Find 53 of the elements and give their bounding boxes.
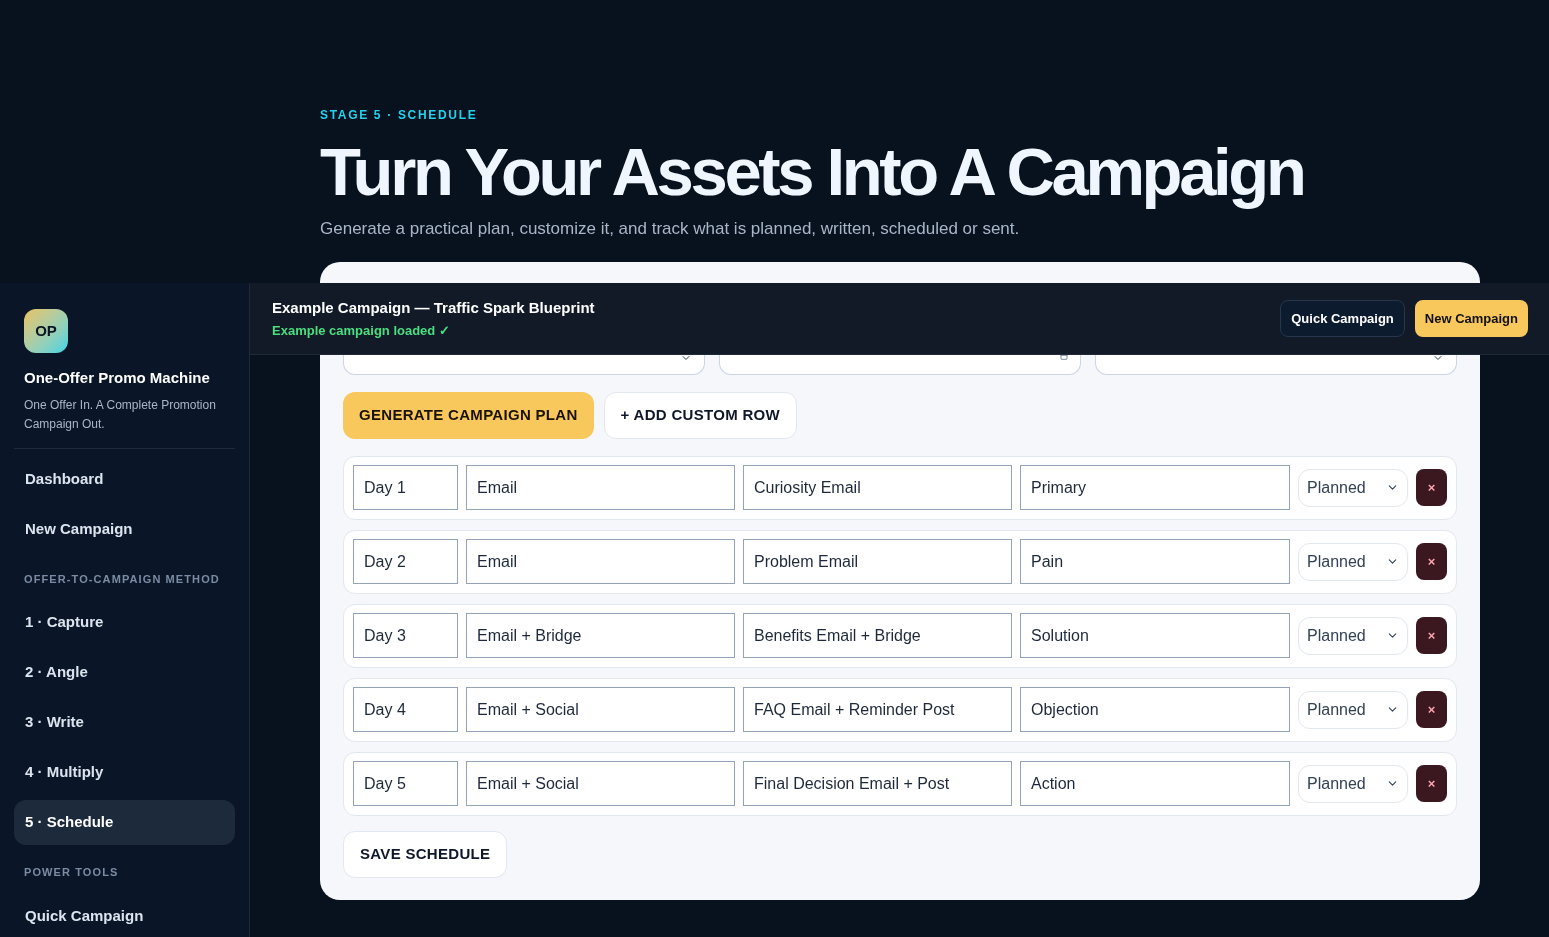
day-field[interactable]: Day 3 (353, 613, 458, 658)
title-field[interactable]: Curiosity Email (743, 465, 1012, 510)
remove-button[interactable]: × (1416, 469, 1447, 506)
angle-field[interactable]: Primary (1020, 465, 1290, 510)
channel-field[interactable]: Email (466, 539, 735, 584)
campaign-title: Example Campaign — Traffic Spark Blueprint (272, 297, 595, 318)
nav-item[interactable]: 3 · Write (14, 700, 235, 745)
channel-field[interactable]: Email + Social (466, 761, 735, 806)
channel-field[interactable]: Email + Social (466, 687, 735, 732)
title-field[interactable]: Problem Email (743, 539, 1012, 584)
nav-item[interactable]: 5 · Schedule (14, 800, 235, 845)
quick-campaign-button[interactable]: Quick Campaign (1280, 300, 1405, 337)
section-label: POWER TOOLS (23, 865, 120, 880)
generate-button[interactable]: GENERATE CAMPAIGN PLAN (343, 391, 594, 439)
angle-field[interactable]: Action (1020, 761, 1290, 806)
day-field[interactable]: Day 4 (353, 687, 458, 732)
channel-field[interactable]: Email + Bridge (466, 613, 735, 658)
load-status: Example campaign loaded ✓ (272, 322, 451, 340)
day-field[interactable]: Day 5 (353, 761, 458, 806)
day-field[interactable]: Day 1 (353, 465, 458, 510)
title-field[interactable]: FAQ Email + Reminder Post (743, 687, 1012, 732)
angle-field[interactable]: Pain (1020, 539, 1290, 584)
angle-field[interactable]: Solution (1020, 613, 1290, 658)
status-select[interactable]: Planned (1298, 616, 1408, 655)
app-name: One-Offer Promo Machine (24, 368, 211, 388)
angle-field[interactable]: Objection (1020, 687, 1290, 732)
status-select[interactable]: Planned (1298, 468, 1408, 507)
nav-item[interactable]: 4 · Multiply (14, 750, 235, 795)
channel-field[interactable]: Email (466, 465, 735, 510)
status-select[interactable]: Planned (1298, 690, 1408, 729)
app-logo: OP (24, 309, 68, 353)
remove-button[interactable]: × (1416, 543, 1447, 580)
remove-button[interactable]: × (1416, 691, 1447, 728)
app-tagline: One Offer In. A Complete Promotion Campaign Out. (24, 396, 217, 433)
page-title: Turn Your Assets Into A Campaign (320, 136, 1305, 208)
nav-item[interactable]: Quick Campaign (14, 893, 235, 937)
nav-item[interactable]: New Campaign (14, 506, 235, 552)
title-field[interactable]: Benefits Email + Bridge (743, 613, 1012, 658)
day-field[interactable]: Day 2 (353, 539, 458, 584)
nav-item[interactable]: Dashboard (14, 456, 235, 502)
status-select[interactable]: Planned (1298, 764, 1408, 803)
section-label: OFFER-TO-CAMPAIGN METHOD (23, 571, 221, 587)
save-button[interactable]: SAVE SCHEDULE (343, 830, 508, 878)
remove-button[interactable]: × (1416, 617, 1447, 654)
page-subtitle: Generate a practical plan, customize it, and track what is planned, written, scheduled or sent. (320, 218, 1021, 240)
nav-item[interactable]: 1 · Capture (14, 600, 235, 645)
nav-item[interactable]: 2 · Angle (14, 650, 235, 695)
stage-label: STAGE 5 · SCHEDULE (320, 107, 479, 124)
new-campaign-button[interactable]: New Campaign (1414, 300, 1528, 337)
remove-button[interactable]: × (1416, 765, 1447, 802)
add-row-button[interactable]: + ADD CUSTOM ROW (603, 391, 797, 439)
title-field[interactable]: Final Decision Email + Post (743, 761, 1012, 806)
status-select[interactable]: Planned (1298, 542, 1408, 581)
